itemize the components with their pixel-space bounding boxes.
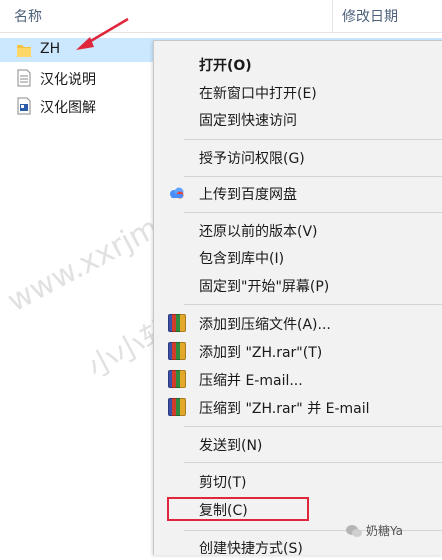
menu-item-label: 压缩到 "ZH.rar" 并 E-mail [199, 401, 370, 417]
menu-item-label: 剪切(T) [199, 475, 247, 491]
menu-item-give-access[interactable]: 授予访问权限(G) [154, 144, 442, 170]
menu-item-label: 在新窗口中打开(E) [199, 86, 317, 102]
menu-item-upload-baidu[interactable]: 上传到百度网盘 [154, 180, 442, 206]
menu-item-cut[interactable]: 剪切(T) [154, 468, 442, 494]
menu-item-label: 授予访问权限(G) [199, 151, 305, 167]
menu-separator [184, 462, 442, 463]
menu-separator [184, 530, 442, 531]
menu-item-add-zh-rar[interactable]: 添加到 "ZH.rar"(T) [154, 338, 442, 364]
menu-item-label: 创建快捷方式(S) [199, 541, 303, 557]
menu-item-compress-zh-email[interactable]: 压缩到 "ZH.rar" 并 E-mail [154, 394, 442, 420]
menu-item-label: 添加到 "ZH.rar"(T) [199, 345, 323, 361]
column-header: 名称 修改日期 [0, 0, 442, 33]
menu-separator [184, 426, 442, 427]
menu-item-label: 包含到库中(I) [199, 251, 285, 267]
menu-item-label: 上传到百度网盘 [199, 187, 297, 203]
file-label: ZH [40, 41, 61, 57]
menu-separator [184, 212, 442, 213]
menu-item-restore-versions[interactable]: 还原以前的版本(V) [154, 217, 442, 243]
menu-separator [184, 139, 442, 140]
menu-item-pin-quick-access[interactable]: 固定到快速访问 [154, 106, 442, 132]
menu-item-label: 打开(O) [199, 58, 252, 74]
image-document-icon [17, 97, 31, 115]
menu-separator [184, 176, 442, 177]
menu-item-open[interactable]: 打开(O) [154, 51, 442, 77]
menu-item-compress-email[interactable]: 压缩并 E-mail... [154, 366, 442, 392]
file-label: 汉化图解 [40, 100, 96, 116]
file-label: 汉化说明 [40, 72, 96, 88]
winrar-icon [168, 342, 186, 360]
menu-item-send-to[interactable]: 发送到(N) [154, 431, 442, 457]
winrar-icon [168, 398, 186, 416]
menu-item-label: 添加到压缩文件(A)... [199, 317, 331, 333]
menu-item-label: 发送到(N) [199, 438, 263, 454]
copy-highlight-annotation [167, 497, 309, 521]
red-arrow-annotation [76, 17, 129, 50]
menu-item-open-new-window[interactable]: 在新窗口中打开(E) [154, 79, 442, 105]
menu-separator [184, 304, 442, 305]
author-badge: 奶糖Ya [346, 522, 403, 539]
menu-item-pin-start[interactable]: 固定到"开始"屏幕(P) [154, 272, 442, 298]
text-document-icon [17, 69, 31, 87]
menu-item-label: 还原以前的版本(V) [199, 224, 318, 240]
menu-item-add-archive[interactable]: 添加到压缩文件(A)... [154, 310, 442, 336]
context-menu: 打开(O) 在新窗口中打开(E) 固定到快速访问 授予访问权限(G) 上传到百度… [153, 40, 442, 557]
cloud-icon [170, 187, 184, 199]
menu-item-label: 压缩并 E-mail... [199, 373, 303, 389]
winrar-icon [168, 370, 186, 388]
menu-item-label: 固定到快速访问 [199, 113, 297, 129]
column-divider[interactable] [332, 0, 333, 32]
badge-text: 奶糖Ya [366, 524, 404, 538]
winrar-icon [168, 314, 186, 332]
column-date-header[interactable]: 修改日期 [342, 6, 398, 26]
column-name-header[interactable]: 名称 [14, 6, 42, 26]
menu-item-include-library[interactable]: 包含到库中(I) [154, 244, 442, 270]
menu-item-label: 固定到"开始"屏幕(P) [199, 279, 330, 295]
wechat-icon [346, 524, 362, 537]
folder-icon [17, 45, 31, 57]
